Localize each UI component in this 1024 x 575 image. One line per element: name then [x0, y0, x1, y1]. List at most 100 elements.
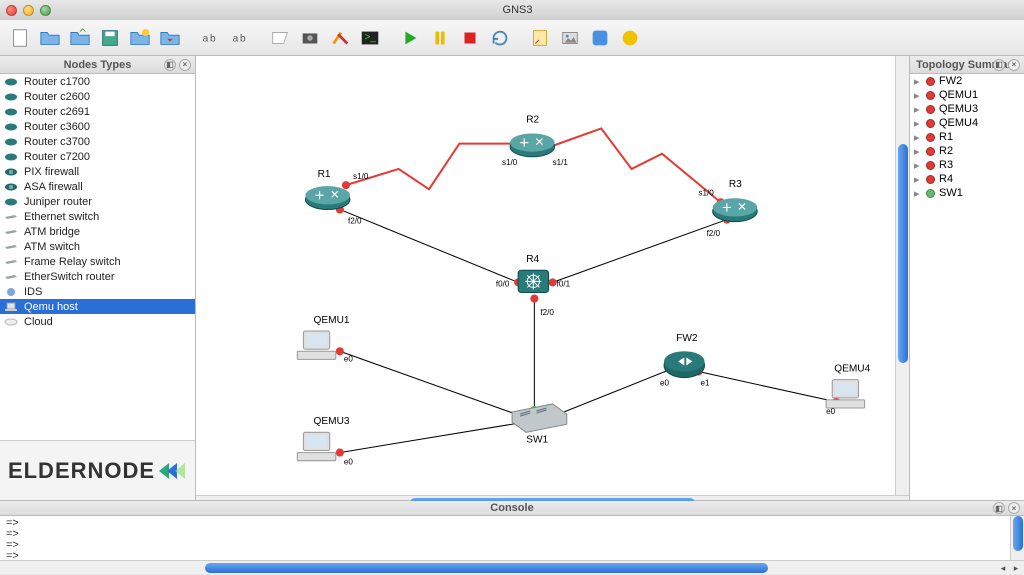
status-dot: [926, 161, 935, 170]
summary-item[interactable]: ▸QEMU3: [910, 102, 1024, 116]
node-fw2[interactable]: FW2: [664, 333, 705, 377]
svg-text:R4: R4: [526, 254, 539, 265]
export-icon[interactable]: [156, 24, 184, 52]
show-labels-icon[interactable]: ab: [196, 24, 224, 52]
svg-text:QEMU1: QEMU1: [314, 315, 350, 326]
summary-item[interactable]: ▸R3: [910, 158, 1024, 172]
node-type-item[interactable]: EtherSwitch router: [0, 269, 195, 284]
svg-text:f0/1: f0/1: [557, 279, 571, 288]
node-type-item[interactable]: ATM switch: [0, 239, 195, 254]
svg-text:e0: e0: [344, 354, 354, 363]
node-type-item[interactable]: PIX firewall: [0, 164, 195, 179]
summary-item[interactable]: ▸QEMU4: [910, 116, 1024, 130]
hide-labels-icon[interactable]: ab: [226, 24, 254, 52]
open-recent-icon[interactable]: [66, 24, 94, 52]
svg-text:R2: R2: [526, 114, 539, 125]
console-hscroll[interactable]: ◂▸: [0, 560, 1024, 574]
stop-icon[interactable]: [456, 24, 484, 52]
node-sw1[interactable]: SW1: [512, 404, 567, 445]
console-icon[interactable]: >_: [356, 24, 384, 52]
canvas-hscroll[interactable]: ◂▸: [196, 495, 909, 500]
svg-text:s1/1: s1/1: [553, 158, 569, 167]
svg-text:s1/0: s1/0: [353, 172, 369, 181]
new-icon[interactable]: [6, 24, 34, 52]
console-panel-header: Console ◧×: [0, 501, 1024, 516]
summary-item[interactable]: ▸R4: [910, 172, 1024, 186]
status-dot: [926, 77, 935, 86]
summary-item[interactable]: ▸R1: [910, 130, 1024, 144]
play-icon[interactable]: [396, 24, 424, 52]
save-as-icon[interactable]: [126, 24, 154, 52]
console-output[interactable]: =>=>=>=>: [0, 516, 1024, 560]
pause-icon[interactable]: [426, 24, 454, 52]
svg-text:f2/0: f2/0: [348, 217, 362, 226]
topology-summary-list[interactable]: ▸FW2▸QEMU1▸QEMU3▸QEMU4▸R1▸R2▸R3▸R4▸SW1: [910, 74, 1024, 500]
node-type-item[interactable]: Router c1700: [0, 74, 195, 89]
svg-text:a: a: [233, 33, 239, 44]
add-note-icon[interactable]: [266, 24, 294, 52]
ellipse-icon[interactable]: [616, 24, 644, 52]
node-type-item[interactable]: ASA firewall: [0, 179, 195, 194]
svg-text:FW2: FW2: [676, 333, 698, 344]
svg-text:QEMU3: QEMU3: [314, 416, 350, 427]
svg-text:f0/0: f0/0: [496, 279, 510, 288]
status-dot: [926, 147, 935, 156]
reload-icon[interactable]: [486, 24, 514, 52]
status-dot: [926, 91, 935, 100]
node-qemu4[interactable]: QEMU4: [826, 364, 870, 408]
status-dot: [926, 133, 935, 142]
open-icon[interactable]: [36, 24, 64, 52]
svg-text:b: b: [240, 33, 246, 44]
summary-item[interactable]: ▸FW2: [910, 74, 1024, 88]
status-dot: [926, 119, 935, 128]
svg-text:b: b: [210, 33, 216, 44]
node-type-item[interactable]: Router c2691: [0, 104, 195, 119]
title-bar: GNS3: [0, 0, 1024, 20]
svg-text:SW1: SW1: [526, 434, 548, 445]
svg-text:f2/0: f2/0: [707, 229, 721, 238]
link-icon[interactable]: [326, 24, 354, 52]
status-dot: [926, 105, 935, 114]
rectangle-icon[interactable]: [586, 24, 614, 52]
node-type-item[interactable]: IDS: [0, 284, 195, 299]
canvas-vscroll[interactable]: [895, 56, 909, 495]
nodes-types-list[interactable]: Router c1700Router c2600Router c2691Rout…: [0, 74, 195, 440]
panel-undock-icon[interactable]: ◧: [993, 59, 1005, 71]
nodes-panel-title: Nodes Types: [64, 59, 132, 71]
console-vscroll[interactable]: [1010, 516, 1024, 560]
svg-text:f2/0: f2/0: [540, 308, 554, 317]
node-type-item[interactable]: Router c3700: [0, 134, 195, 149]
summary-item[interactable]: ▸R2: [910, 144, 1024, 158]
node-type-item[interactable]: Juniper router: [0, 194, 195, 209]
node-type-item[interactable]: Cloud: [0, 314, 195, 329]
save-icon[interactable]: [96, 24, 124, 52]
panel-undock-icon[interactable]: ◧: [993, 502, 1005, 514]
node-type-item[interactable]: Qemu host: [0, 299, 195, 314]
node-type-item[interactable]: Router c7200: [0, 149, 195, 164]
node-type-item[interactable]: Router c2600: [0, 89, 195, 104]
node-r2[interactable]: R2: [510, 114, 555, 156]
summary-item[interactable]: ▸SW1: [910, 186, 1024, 200]
svg-text:s1/0: s1/0: [502, 158, 518, 167]
node-type-item[interactable]: Ethernet switch: [0, 209, 195, 224]
status-dot: [926, 175, 935, 184]
note-icon[interactable]: [526, 24, 554, 52]
window-title: GNS3: [11, 4, 1024, 16]
image-icon[interactable]: [556, 24, 584, 52]
panel-close-icon[interactable]: ×: [1008, 502, 1020, 514]
node-r1[interactable]: R1: [305, 169, 350, 209]
summary-panel-header: Topology Summary ◧×: [910, 56, 1024, 74]
node-type-item[interactable]: Frame Relay switch: [0, 254, 195, 269]
summary-item[interactable]: ▸QEMU1: [910, 88, 1024, 102]
topology-canvas[interactable]: R1 R2 R3 R4 SW1 QEMU1 QEMU3 QEMU4 FW2 s1…: [196, 56, 895, 495]
toolbar: ab ab >_: [0, 20, 1024, 56]
svg-text:R3: R3: [729, 179, 742, 190]
svg-text:a: a: [203, 33, 209, 44]
node-type-item[interactable]: ATM bridge: [0, 224, 195, 239]
snapshot-icon[interactable]: [296, 24, 324, 52]
node-type-item[interactable]: Router c3600: [0, 119, 195, 134]
panel-close-icon[interactable]: ×: [179, 59, 191, 71]
node-r4[interactable]: R4: [518, 254, 548, 292]
panel-close-icon[interactable]: ×: [1008, 59, 1020, 71]
panel-undock-icon[interactable]: ◧: [164, 59, 176, 71]
